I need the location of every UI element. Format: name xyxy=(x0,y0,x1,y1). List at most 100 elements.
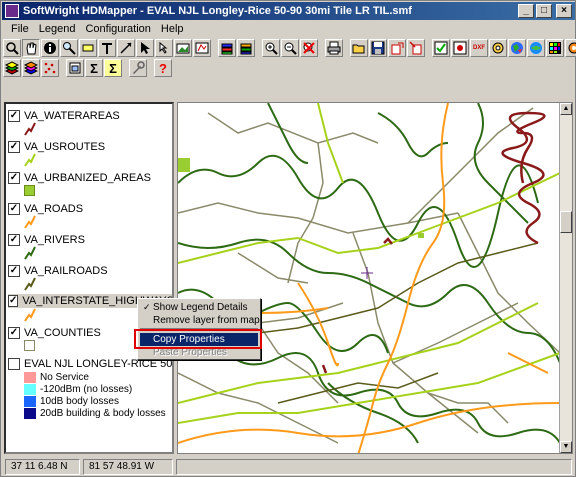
image-icon[interactable] xyxy=(174,39,192,57)
layer-checkbox[interactable]: ✓ xyxy=(8,141,20,153)
help-icon[interactable]: ? xyxy=(154,59,172,77)
settings-icon[interactable] xyxy=(565,39,576,57)
legend-layer-roads[interactable]: ✓ VA_ROADS xyxy=(8,202,83,216)
legend-layer-urbanized-areas[interactable]: ✓ VA_URBANIZED_AREAS xyxy=(8,171,151,185)
layer-checkbox[interactable]: ✓ xyxy=(8,234,20,246)
zoom-cancel-icon[interactable] xyxy=(300,39,318,57)
legend-layer-usroutes[interactable]: ✓ VA_USROUTES xyxy=(8,140,105,154)
check-icon[interactable] xyxy=(432,39,450,57)
search-icon[interactable] xyxy=(60,39,78,57)
pointer-icon[interactable] xyxy=(136,39,154,57)
layer-name: VA_USROUTES xyxy=(24,141,106,153)
counties-swatch xyxy=(24,340,35,351)
coverage-label: -120dBm (no losses) xyxy=(40,384,133,395)
legend-layer-rivers[interactable]: ✓ VA_RIVERS xyxy=(8,233,85,247)
county-boundaries xyxy=(178,107,560,444)
layer-name: VA_WATERAREAS xyxy=(24,110,120,122)
legend-layer-waterareas[interactable]: ✓ VA_WATERAREAS xyxy=(8,109,120,123)
import-icon[interactable] xyxy=(407,39,425,57)
status-bar: 37 11 6.48 N 81 57 48.91 W xyxy=(2,457,575,476)
info-icon[interactable] xyxy=(41,39,59,57)
map-vertical-scrollbar[interactable]: ▲ ▼ xyxy=(559,103,572,453)
minimize-button[interactable]: _ xyxy=(518,4,534,18)
globe-icon[interactable] xyxy=(527,39,545,57)
swatch-body-losses xyxy=(24,396,36,407)
longitude-readout: 81 57 48.91 W xyxy=(83,458,173,475)
app-window: SoftWright HDMapper - EVAL NJL Longley-R… xyxy=(0,0,576,477)
menu-show-legend-details[interactable]: ✓ Show Legend Details xyxy=(140,301,258,314)
toolbar-secondary: Σ Σ ? xyxy=(3,58,173,78)
legend-layer-railroads[interactable]: ✓ VA_RAILROADS xyxy=(8,264,108,278)
swatch-no-losses xyxy=(24,384,36,395)
layer-checkbox[interactable]: ✓ xyxy=(8,295,19,307)
scroll-thumb[interactable] xyxy=(560,211,572,233)
menu-file[interactable]: File xyxy=(6,23,34,35)
map-cursor-crosshair xyxy=(361,267,373,279)
magnify-icon[interactable] xyxy=(3,39,21,57)
menu-item-label: Show Legend Details xyxy=(153,302,248,313)
move-icon[interactable] xyxy=(117,39,135,57)
scroll-up-arrow[interactable]: ▲ xyxy=(560,103,572,115)
random-points-icon[interactable] xyxy=(41,59,59,77)
layer-checkbox[interactable]: ✓ xyxy=(8,265,20,277)
menu-configuration[interactable]: Configuration xyxy=(80,23,155,35)
print-icon[interactable] xyxy=(325,39,343,57)
coverage-label: No Service xyxy=(40,372,89,383)
menu-bar: File Legend Configuration Help xyxy=(2,20,575,38)
usroutes-line-symbol xyxy=(24,153,36,167)
sum-icon[interactable]: Σ xyxy=(85,59,103,77)
globe-color-icon[interactable] xyxy=(508,39,526,57)
layer-checkbox[interactable]: ✓ xyxy=(8,172,20,184)
layer-checkbox[interactable]: ✓ xyxy=(8,110,20,122)
sum-table-icon[interactable]: Σ xyxy=(104,59,122,77)
grid-icon[interactable] xyxy=(546,39,564,57)
edit-node-icon[interactable] xyxy=(155,39,173,57)
legend-layer-counties[interactable]: ✓ VA_COUNTIES xyxy=(8,326,101,340)
pan-hand-icon[interactable] xyxy=(22,39,40,57)
layer-name: VA_COUNTIES xyxy=(24,327,101,339)
layer-name: VA_ROADS xyxy=(24,203,84,215)
layer-checkbox[interactable]: ✓ xyxy=(8,203,20,215)
legend-panel: ✓ VA_WATERAREAS ✓ VA_USROUTES ✓ VA_URBANIZE… xyxy=(4,102,174,454)
coverage-building-losses: 20dB building & body losses xyxy=(24,408,166,419)
menu-item-label: Remove layer from map xyxy=(153,315,260,326)
export-icon[interactable] xyxy=(388,39,406,57)
toolbar-main: DXF xyxy=(3,38,576,58)
railroads-line-symbol xyxy=(24,277,36,291)
layers-edit-icon[interactable] xyxy=(237,39,255,57)
menu-remove-layer[interactable]: Remove layer from map xyxy=(140,314,260,327)
layer-stack-icon[interactable] xyxy=(3,59,21,77)
zoom-in-icon[interactable] xyxy=(262,39,280,57)
site-icon[interactable] xyxy=(451,39,469,57)
check-mark-icon: ✓ xyxy=(143,302,151,312)
menu-help[interactable]: Help xyxy=(156,23,189,35)
open-icon[interactable] xyxy=(350,39,368,57)
title-bar[interactable]: SoftWright HDMapper - EVAL NJL Longley-R… xyxy=(2,2,575,20)
frame-icon[interactable] xyxy=(66,59,84,77)
tools-icon[interactable] xyxy=(129,59,147,77)
coverage-body-losses: 10dB body losses xyxy=(24,396,119,407)
layers-icon[interactable] xyxy=(218,39,236,57)
zoom-out-icon[interactable] xyxy=(281,39,299,57)
text-icon[interactable] xyxy=(98,39,116,57)
menu-legend[interactable]: Legend xyxy=(34,23,81,35)
dxf-icon[interactable]: DXF xyxy=(470,39,488,57)
save-icon[interactable] xyxy=(369,39,387,57)
scroll-down-arrow[interactable]: ▼ xyxy=(560,441,572,453)
map-view[interactable]: ▲ ▼ xyxy=(177,102,573,454)
map-canvas[interactable] xyxy=(178,103,560,454)
highlight-annotation-box xyxy=(134,329,262,349)
swatch-building-losses xyxy=(24,408,36,419)
label-icon[interactable] xyxy=(79,39,97,57)
interstate-line-symbol xyxy=(24,308,36,322)
layer-checkbox[interactable] xyxy=(8,358,20,370)
close-button[interactable]: × xyxy=(556,4,572,18)
layer-checkbox[interactable]: ✓ xyxy=(8,327,20,339)
properties-icon[interactable] xyxy=(489,39,507,57)
layer-stack-red-icon[interactable] xyxy=(22,59,40,77)
waterareas-line-symbol xyxy=(24,122,36,136)
urbanized-area-swatch xyxy=(24,185,35,196)
map-icon[interactable] xyxy=(193,39,211,57)
maximize-button[interactable]: □ xyxy=(536,4,552,18)
coverage-label: 20dB building & body losses xyxy=(40,408,166,419)
